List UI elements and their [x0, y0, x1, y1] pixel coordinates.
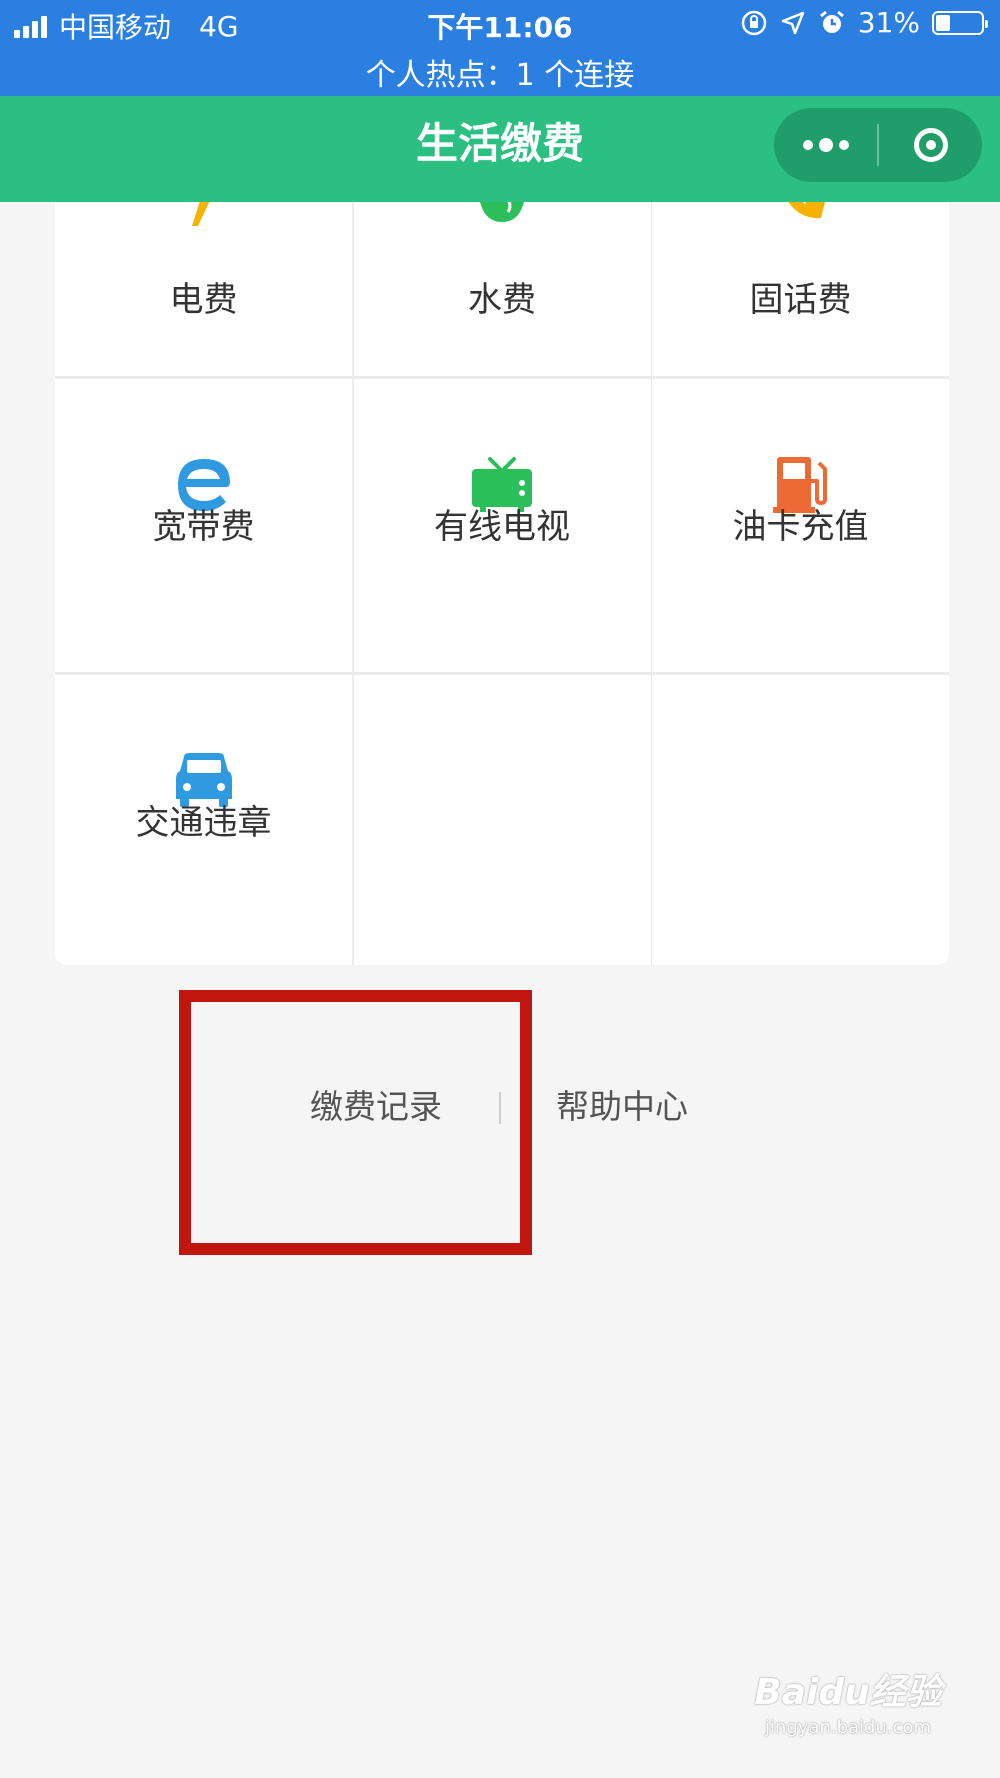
alarm-icon [819, 10, 844, 33]
empty-cell [353, 675, 651, 965]
empty-cell [652, 675, 949, 965]
battery-percent: 31% [857, 6, 920, 39]
service-label: 宽带费 [152, 507, 255, 547]
status-right: 31% [740, 6, 988, 39]
close-mini-program-button[interactable] [879, 108, 982, 182]
more-button[interactable] [774, 108, 877, 182]
battery-icon [932, 10, 988, 35]
service-label: 水费 [468, 280, 536, 320]
rotation-lock-icon [741, 10, 767, 35]
watermark-url: jingyan.baidu.com [764, 1717, 932, 1738]
service-grid: 电费 水费 固话费 宽带费 有线电视 油卡充值 交通违章 [55, 202, 949, 965]
service-broadband[interactable]: 宽带费 [55, 379, 352, 672]
capsule-menu [774, 108, 982, 182]
help-center-link[interactable]: 帮助中心 [556, 1080, 688, 1128]
baidu-watermark: Baidu经验 jingyan.baidu.com [748, 1663, 948, 1738]
service-label: 有线电视 [434, 507, 570, 547]
service-label: 固话费 [749, 280, 852, 320]
service-water[interactable]: 水费 [353, 202, 651, 376]
service-landline[interactable]: 固话费 [652, 202, 949, 376]
watermark-brand: Baidu经验 [754, 1672, 942, 1713]
mini-program-target-icon [913, 128, 948, 162]
service-label: 电费 [169, 280, 238, 320]
hotspot-banner[interactable]: 个人热点：1 个连接 [0, 50, 1000, 94]
service-label: 油卡充值 [732, 507, 869, 547]
water-drop-icon [480, 202, 524, 222]
telephone-icon [787, 202, 825, 219]
service-traffic-violation[interactable]: 交通违章 [55, 675, 352, 965]
service-electricity[interactable]: 电费 [55, 202, 352, 376]
service-fuel-card[interactable]: 油卡充值 [652, 379, 949, 672]
highlight-box [179, 990, 532, 1255]
service-cable-tv[interactable]: 有线电视 [353, 379, 651, 672]
nav-bar: 生活缴费 [0, 96, 1000, 202]
lightning-icon [191, 202, 209, 226]
more-dots-icon [802, 138, 849, 152]
status-bar: 中国移动 4G 下午11:06 31% 个人热点：1 个连接 [0, 0, 1000, 96]
location-icon [781, 11, 805, 34]
service-label: 交通违章 [135, 803, 272, 843]
